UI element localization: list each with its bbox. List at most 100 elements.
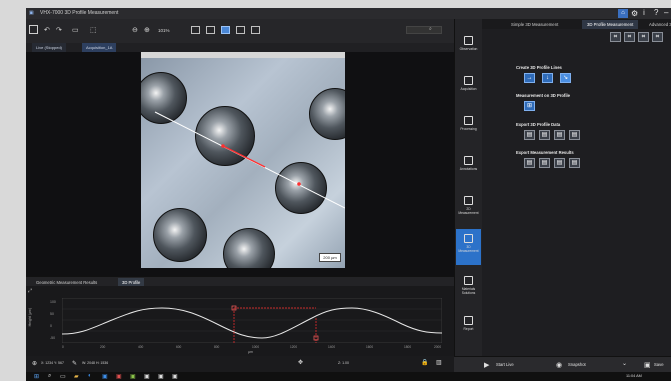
rectangle-select-icon[interactable]: ▭ <box>72 26 79 35</box>
image-viewer[interactable]: 200 µm <box>26 52 454 276</box>
sidebar-item-acquisition[interactable]: Acquisition <box>456 71 481 102</box>
snapshot-button[interactable]: Snapshot <box>568 360 586 370</box>
layout-grid-icon[interactable] <box>221 26 230 34</box>
panel-tabs: Simple 3D Measurement 3D Profile Measure… <box>482 19 671 29</box>
sidebar-item-observation[interactable]: Observation <box>456 31 481 62</box>
tool-icon[interactable]: ⌗ <box>610 32 621 42</box>
microscope-icon <box>464 36 473 45</box>
app-icon[interactable]: ▣ <box>130 373 136 380</box>
sidebar-item-2d-measurement[interactable]: 2D Measurement <box>456 191 481 222</box>
export-view-icon[interactable] <box>251 26 260 34</box>
export-data-button[interactable]: ▤ <box>569 130 580 140</box>
x-tick: 0 <box>62 345 64 349</box>
plot-toolbar-icon[interactable]: ⤢ <box>28 288 32 294</box>
horizontal-line-button[interactable]: → <box>524 73 535 83</box>
profile-line-overlay[interactable] <box>141 58 345 268</box>
zoom-in-icon[interactable]: ⊕ <box>144 26 150 35</box>
sidebar-item-3d-measurement[interactable]: 3D Measurement <box>456 229 481 265</box>
region-select-icon[interactable]: ⬚ <box>90 26 97 35</box>
export-data-button[interactable]: ▤ <box>554 130 565 140</box>
x-tick: 800 <box>214 345 220 349</box>
mode-sidebar: Observation Acquisition Processing Annot… <box>454 19 482 356</box>
zoom-level[interactable]: 101% <box>158 28 170 33</box>
minimize-icon[interactable]: – <box>664 8 668 17</box>
app-icon[interactable]: ▣ <box>144 373 150 380</box>
export-data-button[interactable]: ▤ <box>539 130 550 140</box>
settings-gear-icon[interactable]: ⚙ <box>631 9 638 18</box>
measurement-panel: Simple 3D Measurement 3D Profile Measure… <box>482 19 671 356</box>
sidebar-item-processing[interactable]: Processing <box>456 111 481 142</box>
layout-compare-icon[interactable] <box>236 26 245 34</box>
x-tick: 1000 <box>252 345 260 349</box>
main-toolbar: ↶ ↷ ▭ ⬚ ⊖ ⊕ 101% ⌕ <box>26 19 454 44</box>
windows-start-icon[interactable]: ⊞ <box>34 373 39 380</box>
help-icon[interactable]: ? <box>654 8 658 17</box>
layout-single-icon[interactable] <box>191 26 200 34</box>
tool-icon[interactable]: ⌗ <box>624 32 635 42</box>
title-bar: ▣ VHX-7000 3D Profile Measurement ⌂ ⚙ ⅰ … <box>26 8 671 19</box>
tool-icon[interactable]: ⌗ <box>652 32 663 42</box>
action-bar: ▶ Start Live ◉ Snapshot ⌄ ▣ Save <box>454 356 671 373</box>
export-results-button[interactable]: ▤ <box>554 158 565 168</box>
tab-advanced-3d[interactable]: Advanced 3D Meas <box>644 20 671 29</box>
info-icon[interactable]: ⅰ <box>643 9 645 17</box>
export-results-button[interactable]: ▤ <box>524 158 535 168</box>
tab-live[interactable]: Live (Stopped) <box>32 43 67 52</box>
app-icon[interactable]: ▣ <box>102 373 108 380</box>
profile-plot[interactable]: ⤢ Height (µm) 100 50 0 -50 0 200 400 600… <box>26 286 454 356</box>
app-window: ▣ VHX-7000 3D Profile Measurement ⌂ ⚙ ⅰ … <box>26 8 671 381</box>
export-data-button[interactable]: ▤ <box>524 130 535 140</box>
tab-simple-3d[interactable]: Simple 3D Measurement <box>506 20 563 29</box>
book-icon[interactable]: ▥ <box>436 359 442 366</box>
redo-icon[interactable]: ↷ <box>56 26 62 35</box>
undo-icon[interactable]: ↶ <box>44 26 50 35</box>
app-icon[interactable]: ▣ <box>116 373 122 380</box>
start-live-button[interactable]: Start Live <box>496 360 514 370</box>
microscope-image[interactable]: 200 µm <box>141 58 345 268</box>
cursor-position: X: 1234 Y: 567 <box>41 361 64 365</box>
open-file-icon[interactable] <box>29 25 38 34</box>
search-icon[interactable]: ⌕ <box>48 373 51 380</box>
sidebar-item-materials[interactable]: Materials Solutions <box>456 271 481 302</box>
export-results-button[interactable]: ▤ <box>569 158 580 168</box>
crosshair-icon: ⊕ <box>32 361 38 367</box>
zoom-out-icon[interactable]: ⊖ <box>132 26 138 35</box>
scale-bar: 200 µm <box>319 253 341 262</box>
tab-acquisition[interactable]: Acquisition_1A <box>82 43 117 52</box>
image-tabs: Live (Stopped) Acquisition_1A <box>26 43 454 52</box>
vertical-line-button[interactable]: ↓ <box>542 73 553 83</box>
x-tick: 1800 <box>404 345 412 349</box>
tab-3d-profile-measurement[interactable]: 3D Profile Measurement <box>582 20 639 29</box>
user-icon[interactable]: ⌂ <box>618 9 628 18</box>
z-readout: Z: 1.00 <box>338 361 349 365</box>
annotation-icon <box>464 156 473 165</box>
camera-icon: ◉ <box>556 362 563 369</box>
sidebar-item-annotations[interactable]: Annotations <box>456 151 481 182</box>
profile-curve-chart[interactable] <box>62 298 442 343</box>
sidebar-item-report[interactable]: Report <box>456 311 481 342</box>
y-axis-label: Height (µm) <box>28 308 32 327</box>
save-icon: ▣ <box>644 362 651 369</box>
folder-icon[interactable]: ▰ <box>74 373 79 380</box>
export-results-button[interactable]: ▤ <box>539 158 550 168</box>
y-tick: 50 <box>50 312 54 316</box>
move-icon[interactable]: ✥ <box>298 359 303 366</box>
x-tick: 2000 <box>434 345 442 349</box>
lock-icon[interactable]: 🔒 <box>421 359 428 366</box>
status-bar: ⊕ X: 1234 Y: 567 ✎ W: 2048 H: 1536 ✥ Z: … <box>26 356 454 372</box>
play-icon: ▶ <box>484 362 490 369</box>
save-button[interactable]: Save <box>654 360 664 370</box>
app-icon[interactable]: ▣ <box>172 373 178 380</box>
app-icon[interactable]: ▣ <box>158 373 164 380</box>
edge-icon[interactable]: ◐ <box>88 373 92 379</box>
task-view-icon[interactable]: ▭ <box>60 373 66 380</box>
tool-icon[interactable]: ⌗ <box>638 32 649 42</box>
measure-profile-button[interactable]: ⊞ <box>524 101 535 111</box>
diagonal-line-button[interactable]: ↘ <box>560 73 571 83</box>
export-data-heading: Export 3D Profile Data <box>516 122 561 127</box>
pen-icon[interactable]: ✎ <box>72 360 77 367</box>
processing-icon <box>464 116 473 125</box>
search-input[interactable] <box>406 26 442 34</box>
layout-split-icon[interactable] <box>206 26 215 34</box>
chevron-down-icon[interactable]: ⌄ <box>622 360 627 367</box>
